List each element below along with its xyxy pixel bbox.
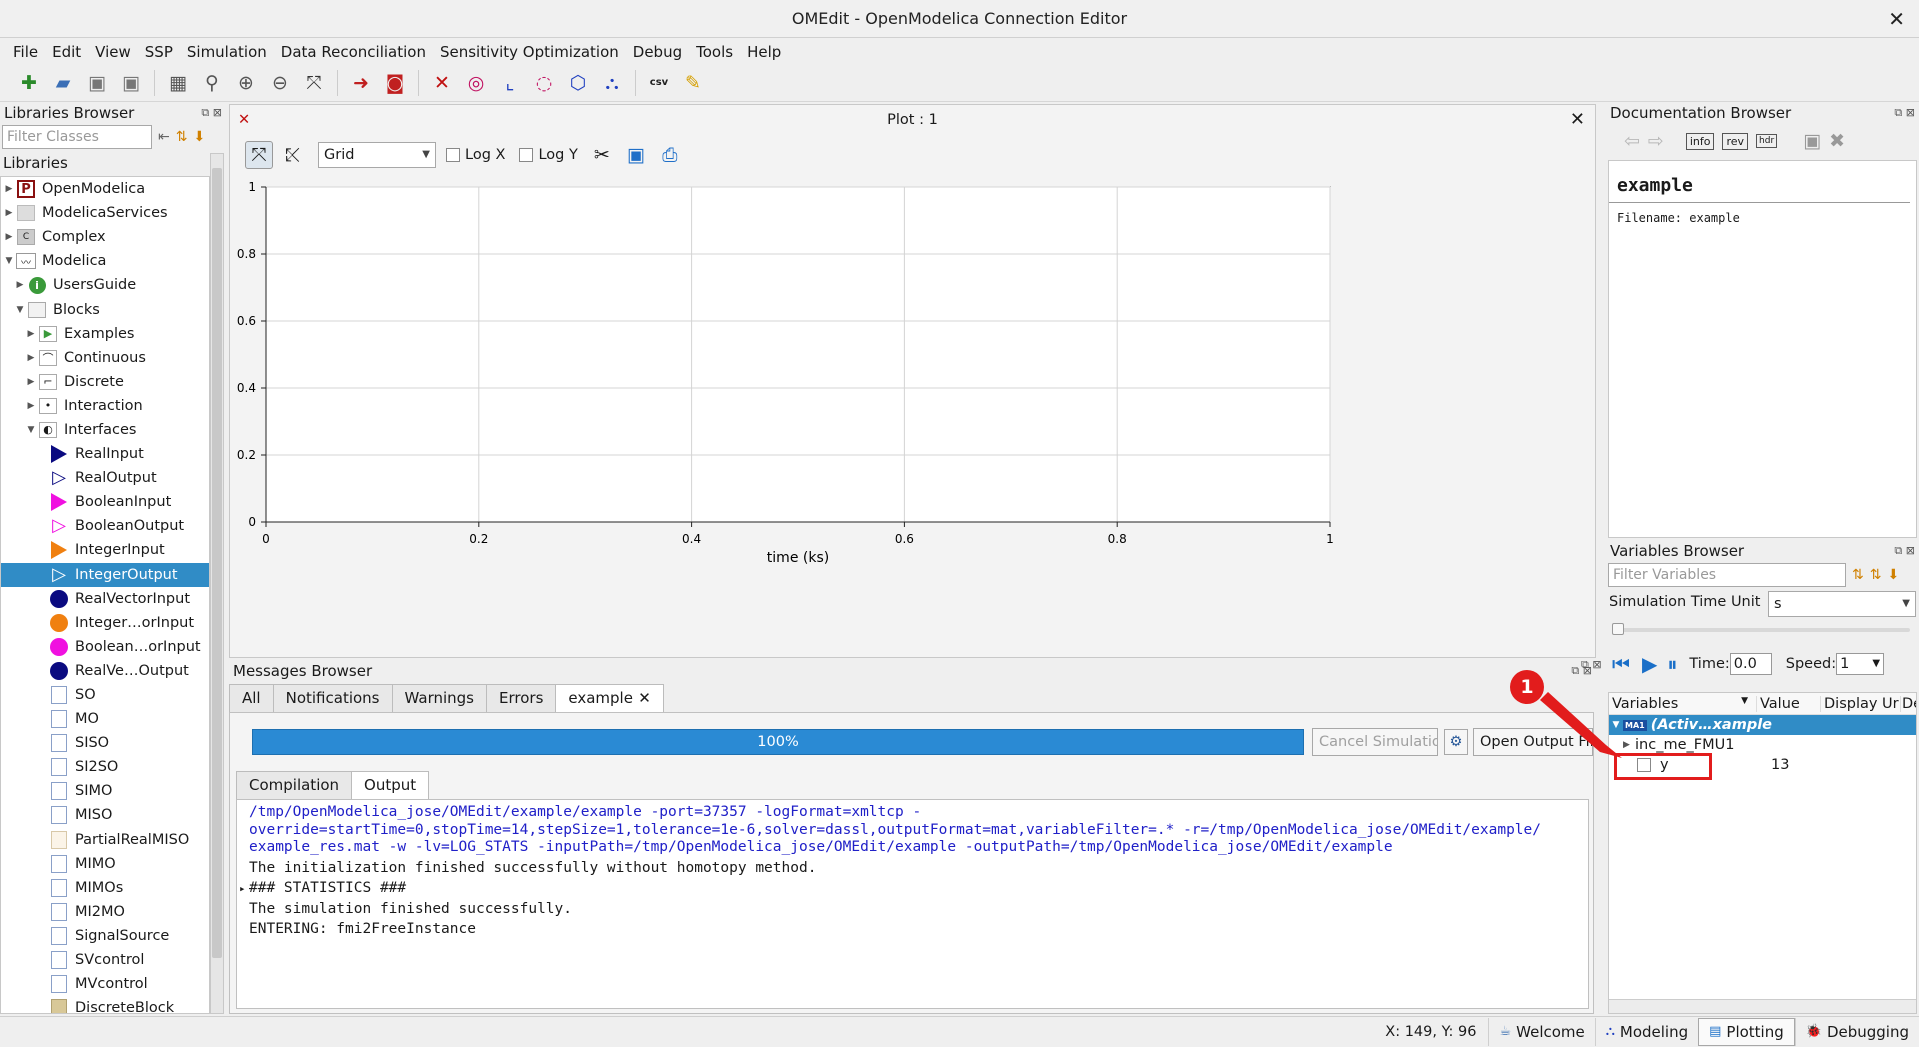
perspective-modeling[interactable]: ⛬ Modeling (1594, 1018, 1698, 1046)
perspective-label: Plotting (1726, 1023, 1784, 1041)
perspective-label: Debugging (1826, 1023, 1909, 1041)
debugging-icon: 🐞 (1805, 1024, 1822, 1039)
modeling-icon: ⛬ (1605, 1024, 1615, 1039)
cursor-coordinates: X: 149, Y: 96 (1385, 1024, 1477, 1040)
perspective-label: Modeling (1619, 1023, 1689, 1041)
welcome-icon: ☕ (1499, 1024, 1512, 1039)
perspective-welcome[interactable]: ☕ Welcome (1488, 1018, 1594, 1046)
perspective-debugging[interactable]: 🐞 Debugging (1794, 1018, 1919, 1046)
annotation-arrow (1540, 692, 1622, 758)
status-bar: X: 149, Y: 96 ☕ Welcome ⛬ Modeling ▤ Plotting… (0, 1016, 1919, 1047)
plotting-icon: ▤ (1709, 1024, 1722, 1039)
annotation-badge: 1 (1510, 670, 1544, 704)
perspective-label: Welcome (1516, 1023, 1585, 1041)
perspective-plotting[interactable]: ▤ Plotting (1698, 1018, 1795, 1046)
perspective-switcher: ☕ Welcome ⛬ Modeling ▤ Plotting 🐞 Debugging (1488, 1017, 1919, 1047)
annotation-arrow-shape (1540, 692, 1622, 758)
annotation-highlight-box (1614, 753, 1712, 780)
